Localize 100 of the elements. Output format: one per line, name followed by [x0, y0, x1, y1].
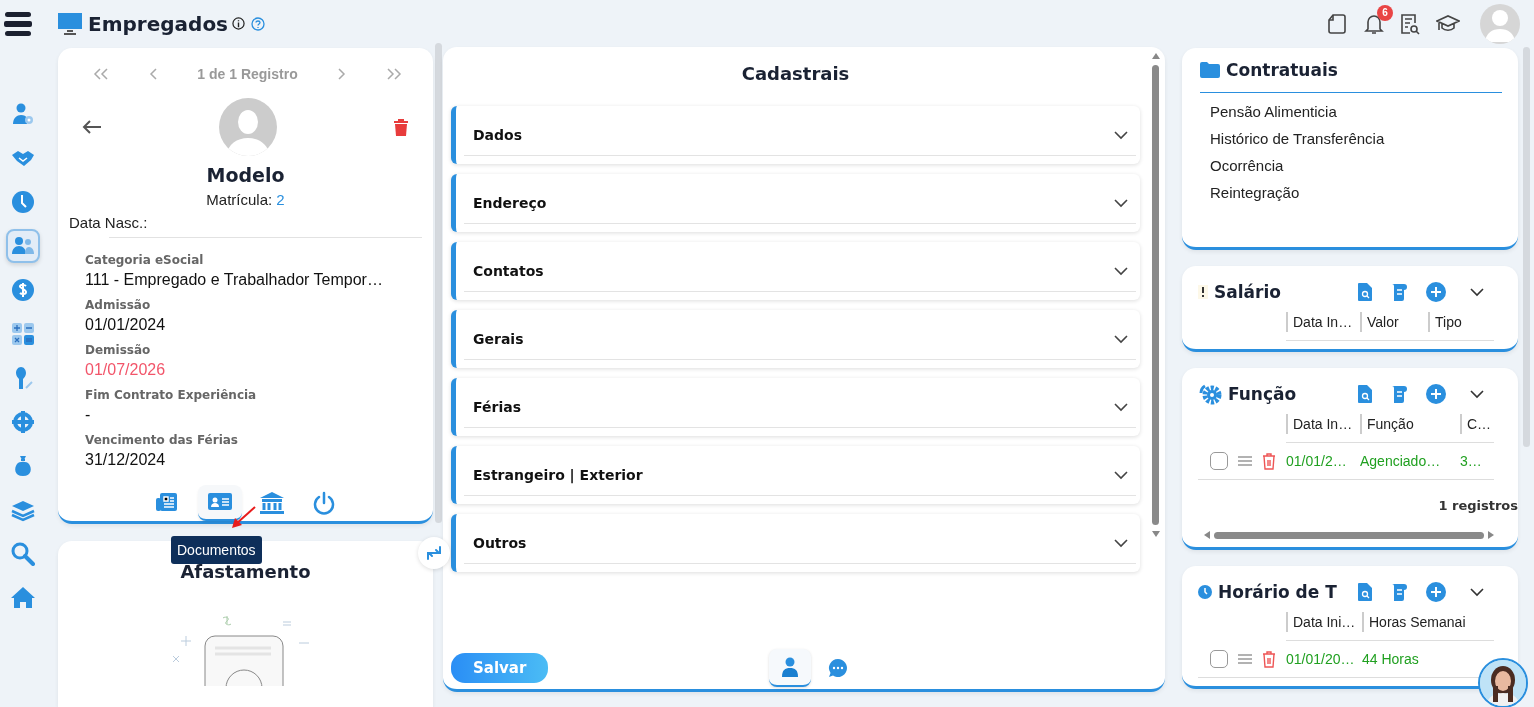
- scrollbar[interactable]: [1522, 47, 1530, 447]
- card-title: Contratuais: [1226, 60, 1338, 80]
- profile-tab[interactable]: [197, 485, 242, 521]
- column-header[interactable]: Função: [1360, 414, 1460, 434]
- help-icon[interactable]: [251, 16, 266, 31]
- chevron-icon[interactable]: [1470, 587, 1484, 597]
- bank-icon: [258, 491, 285, 515]
- document-icon[interactable]: [1326, 12, 1348, 35]
- scrollbar[interactable]: [434, 43, 442, 523]
- scroll-up-icon[interactable]: [1151, 53, 1160, 59]
- add-icon[interactable]: [1426, 384, 1446, 404]
- monitor-icon: [58, 12, 82, 35]
- accordion-section[interactable]: Dados: [451, 106, 1140, 164]
- column-header[interactable]: Data In…: [1286, 312, 1360, 332]
- file-search-icon[interactable]: [1358, 583, 1372, 601]
- add-icon[interactable]: [1426, 582, 1446, 602]
- add-icon[interactable]: [1426, 282, 1446, 302]
- table-cell-text: 44 Horas: [1362, 651, 1420, 667]
- exclamation-icon: [1198, 285, 1208, 299]
- menu-icon[interactable]: [4, 9, 32, 38]
- coin-icon: [10, 278, 35, 302]
- last-page-icon[interactable]: [386, 68, 402, 80]
- next-page-icon[interactable]: [337, 68, 346, 80]
- accordion-section[interactable]: Outros: [451, 514, 1140, 572]
- row-checkbox[interactable]: [1210, 650, 1228, 668]
- bottom-tab[interactable]: [769, 649, 811, 687]
- table-cell-text: Agenciado…: [1360, 453, 1442, 469]
- menu-link[interactable]: Pensão Alimenticia: [1210, 103, 1502, 120]
- swap-icon: [425, 544, 443, 562]
- graduation-cap-icon[interactable]: [1436, 13, 1460, 34]
- field-value: 31/12/2024: [85, 451, 167, 469]
- section-label: Endereço: [473, 195, 547, 211]
- page-title: Empregados: [88, 11, 229, 36]
- delete-icon[interactable]: [394, 118, 408, 136]
- field-label: Admissão: [85, 298, 152, 312]
- table-cell-text: 01/01/2…: [1286, 453, 1348, 469]
- employee-name: Modelo: [205, 164, 286, 186]
- column-header[interactable]: Valor: [1360, 312, 1428, 332]
- drag-handle-icon[interactable]: [1238, 456, 1252, 466]
- field-label: Vencimento das Férias: [85, 433, 239, 447]
- section-label: Gerais: [473, 331, 524, 347]
- person-icon: [782, 657, 798, 677]
- clock-icon: [10, 190, 35, 214]
- record-count: 1 registros: [1437, 498, 1518, 513]
- document-search-icon[interactable]: [1400, 12, 1420, 35]
- accordion-section[interactable]: Endereço: [451, 174, 1140, 232]
- row-checkbox[interactable]: [1210, 452, 1228, 470]
- tooltip: Documentos: [171, 536, 262, 564]
- field-value: 01/07/2026: [85, 361, 167, 379]
- section-label: Férias: [473, 399, 521, 415]
- scroll-left-icon[interactable]: [1204, 531, 1210, 539]
- field-label: Categoria eSocial: [85, 253, 205, 267]
- column-header[interactable]: C…: [1460, 414, 1492, 434]
- section-title: Afastamento: [180, 561, 311, 582]
- field-value: 111 - Empregado e Trabalhador Tempor…: [85, 271, 384, 289]
- bell-icon[interactable]: [1364, 12, 1384, 35]
- file-search-icon[interactable]: [1358, 385, 1372, 403]
- previous-page-icon[interactable]: [149, 68, 158, 80]
- chevron-icon[interactable]: [1470, 389, 1484, 399]
- accordion-section[interactable]: Férias: [451, 378, 1140, 436]
- accordion-section[interactable]: Estrangeiro | Exterior: [451, 446, 1140, 504]
- chat-icon: [828, 658, 848, 678]
- first-page-icon[interactable]: [93, 68, 109, 80]
- menu-link[interactable]: Histórico de Transferência: [1210, 130, 1502, 147]
- sidebar-item[interactable]: [5, 229, 40, 263]
- column-header[interactable]: Data Ini…: [1286, 612, 1362, 632]
- section-label: Estrangeiro | Exterior: [473, 467, 643, 483]
- column-header[interactable]: Horas Semanai: [1362, 612, 1490, 632]
- chevron-icon[interactable]: [1470, 287, 1484, 297]
- file-search-icon[interactable]: [1358, 283, 1372, 301]
- registration-label: Matrícula:: [206, 191, 273, 208]
- scroll-down-icon[interactable]: [1151, 531, 1160, 537]
- column-header[interactable]: Data In…: [1286, 414, 1360, 434]
- menu-link[interactable]: Ocorrência: [1210, 157, 1502, 174]
- scroll-right-icon[interactable]: [1488, 531, 1494, 539]
- home-icon: [10, 586, 35, 610]
- network-icon: [10, 410, 35, 434]
- table-cell: 01/01/20…: [1286, 651, 1352, 667]
- info-icon[interactable]: [232, 17, 246, 30]
- registration-number: 2: [276, 191, 285, 208]
- field-value: -: [85, 406, 92, 424]
- layers-icon: [10, 498, 35, 522]
- delete-icon[interactable]: [1262, 650, 1276, 668]
- table-cell: 3…: [1460, 453, 1482, 469]
- card-title: Função: [1228, 384, 1297, 404]
- scrollbar-thumb[interactable]: [1152, 65, 1159, 525]
- section-label: Contatos: [473, 263, 544, 279]
- delete-icon[interactable]: [1262, 452, 1276, 470]
- clock-icon: [1198, 585, 1212, 599]
- column-header[interactable]: Tipo: [1428, 312, 1490, 332]
- search-icon: [10, 542, 35, 566]
- scrollbar-thumb[interactable]: [1214, 531, 1484, 539]
- menu-link[interactable]: Reintegração: [1210, 184, 1502, 201]
- field-value: 01/01/2024: [85, 316, 167, 334]
- back-arrow-icon[interactable]: [82, 119, 102, 135]
- notification-badge: 6: [1377, 4, 1393, 21]
- accordion-section[interactable]: Contatos: [451, 242, 1140, 300]
- drag-handle-icon[interactable]: [1238, 654, 1252, 664]
- field-label: Fim Contrato Experiência: [85, 388, 258, 402]
- accordion-section[interactable]: Gerais: [451, 310, 1140, 368]
